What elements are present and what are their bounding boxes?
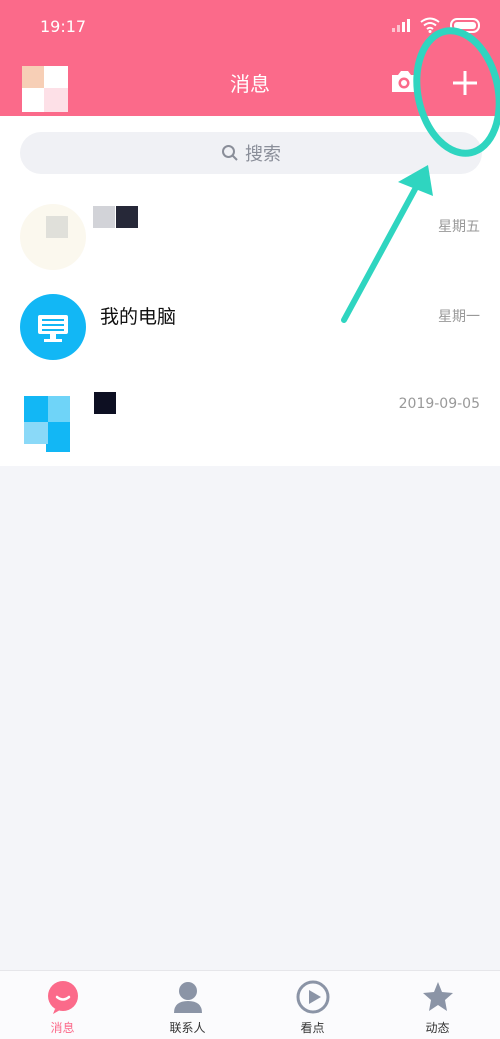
conversation-row[interactable]: 2019-09-05 <box>0 372 500 462</box>
name-redacted <box>93 206 115 228</box>
conversation-name: 我的电脑 <box>100 306 177 328</box>
search-icon <box>222 145 238 161</box>
name-redacted <box>94 392 116 414</box>
signal-icon <box>392 18 410 32</box>
computer-avatar <box>20 294 86 360</box>
wifi-icon <box>420 17 440 33</box>
tab-moments[interactable]: 动态 <box>375 971 500 1039</box>
tab-messages[interactable]: 消息 <box>0 971 125 1039</box>
tab-discover[interactable]: 看点 <box>250 971 375 1039</box>
computer-icon <box>20 294 86 360</box>
tab-label: 联系人 <box>169 1021 206 1035</box>
tab-label: 动态 <box>425 1021 450 1035</box>
search-input[interactable]: 搜索 <box>20 132 482 174</box>
conversation-row[interactable]: 星期五 <box>0 192 500 282</box>
bottom-tab-bar: 消息 联系人 看点 动态 <box>0 970 500 1039</box>
search-section: 搜索 <box>0 116 500 192</box>
page-title: 消息 <box>230 72 270 96</box>
tab-label: 消息 <box>50 1021 75 1035</box>
play-circle-icon <box>296 980 329 1014</box>
name-redacted <box>116 206 138 228</box>
search-placeholder: 搜索 <box>245 144 281 165</box>
person-icon <box>173 982 202 1013</box>
status-time: 19:17 <box>40 17 87 36</box>
tab-label: 看点 <box>300 1021 325 1035</box>
battery-icon <box>450 17 480 33</box>
conversation-row[interactable]: 我的电脑 星期一 <box>0 282 500 372</box>
conversation-list: 星期五 我的电脑 星期一 2019-09-05 <box>0 192 500 466</box>
header-bar: 19:17 消息 <box>0 0 500 116</box>
tab-contacts[interactable]: 联系人 <box>125 971 250 1039</box>
chat-bubble-icon <box>47 981 78 1014</box>
conversation-time: 2019-09-05 <box>398 396 480 412</box>
conversation-time: 星期五 <box>438 219 480 235</box>
contact-avatar <box>20 204 86 270</box>
camera-icon[interactable] <box>390 68 418 94</box>
star-icon <box>422 982 453 1011</box>
contact-avatar <box>20 384 86 452</box>
status-icons <box>392 17 480 33</box>
conversation-time: 星期一 <box>438 309 480 325</box>
add-button[interactable] <box>442 58 488 108</box>
